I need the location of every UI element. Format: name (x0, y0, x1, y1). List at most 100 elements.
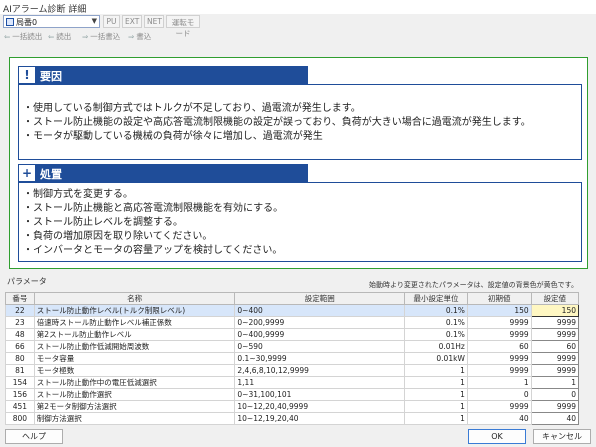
table-row[interactable]: 154 ストール防止動作中の電圧低減選択 1,11 1 1 1 (5, 376, 580, 389)
param-initial: 9999 (466, 316, 532, 329)
toolbar: 局番0 ▼ PU EXT NET 運転モード (0, 14, 596, 38)
window-title: AIアラーム診断 詳細 (0, 0, 596, 15)
ok-button[interactable]: OK (468, 429, 526, 444)
param-no: 80 (5, 352, 35, 365)
param-no: 156 (5, 388, 35, 401)
param-unit: 0.01kW (404, 352, 468, 365)
param-range: 0~400 (234, 304, 406, 317)
cause-line: ・使用している制御方式ではトルクが不足しており、過電流が発生します。 (23, 103, 361, 114)
param-name: ストール防止動作レベル(トルク制限レベル) (33, 304, 236, 317)
param-value-input[interactable]: 0 (530, 388, 580, 401)
exclamation-icon: ! (19, 67, 35, 83)
ext-mode-button[interactable]: EXT (122, 15, 142, 28)
param-initial: 9999 (466, 400, 532, 413)
batch-read-icon: ⇐ (4, 32, 11, 41)
param-unit: 0.1% (404, 328, 468, 341)
chevron-down-icon[interactable]: ▼ (92, 17, 97, 25)
param-name: 制御方法選択 (33, 412, 236, 425)
param-unit: 1 (404, 376, 468, 389)
table-row[interactable]: 66 ストール防止動作低減開始周波数 0~590 0.01Hz 60 60 (5, 340, 580, 353)
table-row[interactable]: 80 モータ容量 0.1~30,9999 0.01kW 9999 9999 (5, 352, 580, 365)
table-row[interactable]: 81 モータ極数 2,4,6,8,10,12,9999 1 9999 9999 (5, 364, 580, 377)
write-label: 書込 (136, 32, 152, 41)
table-row[interactable]: 23 倍速時ストール防止動作レベル補正係数 0~200,9999 0.1% 99… (5, 316, 580, 329)
cancel-button[interactable]: キャンセル (533, 429, 591, 444)
help-button[interactable]: ヘルプ (5, 429, 63, 444)
param-name: モータ極数 (33, 364, 236, 377)
param-value-input[interactable]: 9999 (530, 328, 580, 341)
write-button[interactable]: ⇒ 書込 (128, 31, 151, 44)
col-header-value[interactable]: 設定値 (530, 292, 580, 305)
param-name: ストール防止動作中の電圧低減選択 (33, 376, 236, 389)
param-initial: 9999 (466, 352, 532, 365)
param-value-input[interactable]: 9999 (530, 352, 580, 365)
batch-write-button[interactable]: ⇒ 一括書込 (82, 31, 120, 44)
station-select[interactable]: 局番0 ▼ (3, 15, 100, 28)
col-header-range[interactable]: 設定範囲 (234, 292, 406, 305)
param-name: ストール防止動作低減開始周波数 (33, 340, 236, 353)
table-row[interactable]: 22 ストール防止動作レベル(トルク制限レベル) 0~400 0.1% 150 … (5, 304, 580, 317)
action-box: ・制御方式を変更する。 ・ストール防止機能と高応答電流制限機能を有効にする。 ・… (18, 182, 582, 262)
action-line: ・インバータとモータの容量アップを検討してください。 (23, 245, 283, 256)
cause-line: ・ストール防止機能の設定や高応答電流制限機能の設定が誤っており、負荷が大きい場合… (23, 117, 531, 128)
param-value-input[interactable]: 9999 (530, 400, 580, 413)
param-initial: 9999 (466, 328, 532, 341)
station-checkbox[interactable] (6, 18, 14, 26)
col-header-no[interactable]: 番号 (5, 292, 35, 305)
param-range: 0~590 (234, 340, 406, 353)
action-line: ・制御方式を変更する。 (23, 189, 133, 200)
param-unit: 1 (404, 400, 468, 413)
col-header-initial[interactable]: 初期値 (466, 292, 532, 305)
table-row[interactable]: 800 制御方法選択 10~12,19,20,40 1 40 40 (5, 412, 580, 425)
param-range: 10~12,19,20,40 (234, 412, 406, 425)
param-range: 0~31,100,101 (234, 388, 406, 401)
pu-mode-button[interactable]: PU (103, 15, 120, 28)
read-button[interactable]: ⇐ 読出 (48, 31, 71, 44)
param-name: モータ容量 (33, 352, 236, 365)
param-value-input[interactable]: 1 (530, 376, 580, 389)
param-initial: 1 (466, 376, 532, 389)
param-initial: 9999 (466, 364, 532, 377)
table-row[interactable]: 451 第2モータ制御方法選択 10~12,20,40,9999 1 9999 … (5, 400, 580, 413)
batch-write-icon: ⇒ (82, 32, 89, 41)
param-no: 451 (5, 400, 35, 413)
param-initial: 0 (466, 388, 532, 401)
param-value-input[interactable]: 40 (530, 412, 580, 425)
read-icon: ⇐ (48, 32, 55, 41)
write-icon: ⇒ (128, 32, 135, 41)
param-range: 0~200,9999 (234, 316, 406, 329)
param-unit: 1 (404, 412, 468, 425)
param-no: 22 (5, 304, 35, 317)
action-line: ・ストール防止レベルを調整する。 (23, 217, 183, 228)
param-value-input[interactable]: 9999 (530, 316, 580, 329)
param-no: 800 (5, 412, 35, 425)
col-header-unit[interactable]: 最小設定単位 (404, 292, 468, 305)
param-unit: 0.01Hz (404, 340, 468, 353)
param-value-input[interactable]: 9999 (530, 364, 580, 377)
param-unit: 1 (404, 364, 468, 377)
param-unit: 0.1% (404, 304, 468, 317)
table-row[interactable]: 48 第2ストール防止動作レベル 0~400,9999 0.1% 9999 99… (5, 328, 580, 341)
batch-read-button[interactable]: ⇐ 一括読出 (4, 31, 42, 44)
param-range: 1,11 (234, 376, 406, 389)
table-row[interactable]: 156 ストール防止動作選択 0~31,100,101 1 0 0 (5, 388, 580, 401)
param-initial: 60 (466, 340, 532, 353)
action-heading: + 処置 (18, 164, 308, 182)
params-table: 番号 名称 設定範囲 最小設定単位 初期値 設定値 22 ストール防止動作レベル… (5, 292, 580, 425)
col-header-name[interactable]: 名称 (33, 292, 236, 305)
param-no: 81 (5, 364, 35, 377)
params-label: パラメータ (7, 277, 47, 286)
batch-write-label: 一括書込 (90, 32, 121, 41)
net-mode-button[interactable]: NET (144, 15, 164, 28)
cause-line: ・モータが駆動している機械の負荷が徐々に増加し、過電流が発生 (23, 131, 323, 142)
operation-mode-button[interactable]: 運転モード (166, 15, 200, 38)
param-unit: 0.1% (404, 316, 468, 329)
cause-box: ・使用している制御方式ではトルクが不足しており、過電流が発生します。 ・ストール… (18, 84, 582, 160)
param-value-input[interactable]: 60 (530, 340, 580, 353)
station-select-value: 局番0 (16, 18, 38, 27)
param-range: 0~400,9999 (234, 328, 406, 341)
read-label: 読出 (56, 32, 72, 41)
param-value-input[interactable]: 150 (530, 304, 580, 317)
cause-heading-text: 要因 (40, 70, 62, 83)
param-range: 2,4,6,8,10,12,9999 (234, 364, 406, 377)
